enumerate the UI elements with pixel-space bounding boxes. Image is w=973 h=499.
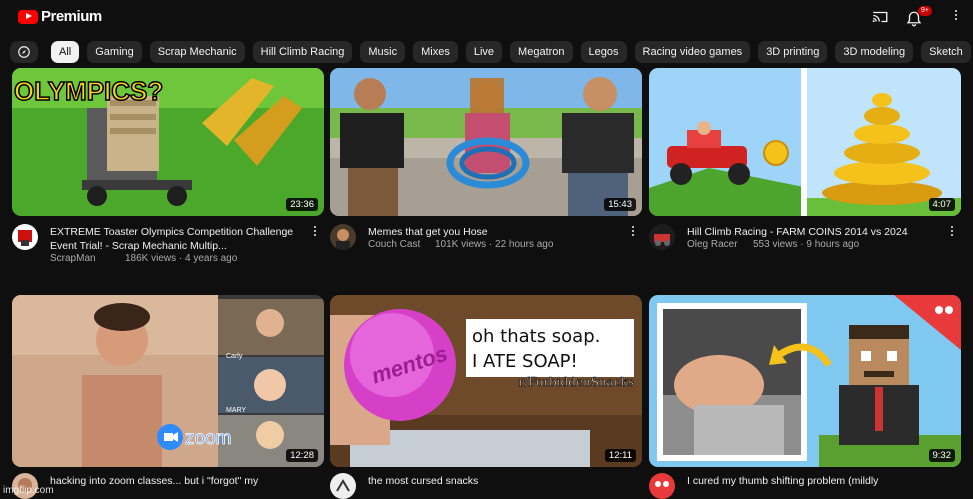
chip-hill-climb-racing[interactable]: Hill Climb Racing (252, 41, 353, 63)
video-duration: 9:32 (928, 449, 955, 462)
video-title[interactable]: hacking into zoom classes... but i "forg… (50, 474, 300, 488)
chip-music[interactable]: Music (360, 41, 406, 63)
filter-chip-bar: All Gaming Scrap Mechanic Hill Climb Rac… (0, 36, 973, 68)
compass-icon (18, 46, 30, 58)
video-stats: 553 views · 9 hours ago (753, 239, 860, 250)
caption-line-1: oh thats soap. (472, 326, 600, 347)
caption-line-2: I ATE SOAP! (472, 351, 578, 372)
youtube-logo[interactable]: Premium (18, 8, 102, 25)
video-thumbnail[interactable]: 9:32 (649, 295, 961, 467)
channel-avatar[interactable] (12, 224, 38, 250)
chip-legos[interactable]: Legos (580, 41, 627, 63)
chip-3d-modeling[interactable]: 3D modeling (835, 41, 914, 63)
video-thumbnail[interactable]: 15:43 (330, 68, 642, 216)
notifications-button[interactable]: 9+ (905, 6, 932, 29)
video-thumbnail[interactable]: OLYMPICS? 23:36 (12, 68, 324, 216)
video-stats: 186K views · 4 years ago (125, 253, 238, 264)
video-duration: 4:07 (928, 198, 955, 211)
channel-avatar[interactable] (330, 224, 356, 250)
chip-gaming[interactable]: Gaming (87, 41, 142, 63)
channel-avatar[interactable] (649, 224, 675, 250)
channel-avatar[interactable] (649, 473, 675, 499)
video-title[interactable]: I cured my thumb shifting problem (mildl… (687, 474, 937, 488)
watermark: imgflip.com (3, 485, 54, 496)
chip-sketch[interactable]: Sketch (921, 41, 971, 63)
channel-name[interactable]: Oleg Racer (687, 239, 738, 250)
cast-icon[interactable] (870, 8, 890, 26)
notification-badge: 9+ (918, 6, 932, 16)
chip-all[interactable]: All (51, 41, 80, 63)
video-duration: 12:11 (604, 449, 636, 462)
video-duration: 15:43 (604, 198, 636, 211)
youtube-play-icon (18, 9, 38, 24)
brand-label: Premium (41, 8, 102, 25)
video-title[interactable]: Hill Climb Racing - FARM COINS 2014 vs 2… (687, 225, 937, 239)
chip-scrap-mechanic[interactable]: Scrap Mechanic (149, 41, 245, 63)
video-thumbnail[interactable]: zoom Carly MARY 12:28 (12, 295, 324, 467)
video-duration: 23:36 (286, 198, 318, 211)
video-thumbnail[interactable]: mentos oh thats soap. I ATE SOAP! r/Forb… (330, 295, 642, 467)
channel-name[interactable]: Couch Cast (368, 239, 420, 250)
zoom-logo-text: zoom (185, 428, 231, 449)
video-options-icon[interactable] (312, 224, 318, 238)
channel-avatar[interactable] (330, 473, 356, 499)
more-menu-icon[interactable] (952, 8, 960, 26)
thumbnail-image (649, 68, 961, 216)
participant-label: Carly (226, 353, 243, 360)
explore-compass-icon[interactable] (10, 41, 38, 63)
chip-live[interactable]: Live (465, 41, 503, 63)
channel-name[interactable]: ScrapMan (50, 253, 96, 264)
thumbnail-image: OLYMPICS? (12, 68, 324, 216)
video-options-icon[interactable] (949, 224, 955, 238)
thumbnail-image: mentos oh thats soap. I ATE SOAP! r/Forb… (330, 295, 642, 467)
chip-3d-printing[interactable]: 3D printing (758, 41, 828, 63)
video-thumbnail[interactable]: 4:07 (649, 68, 961, 216)
video-title[interactable]: Memes that get you Hose (368, 225, 618, 239)
thumbnail-text: OLYMPICS? (14, 76, 163, 106)
chip-mixes[interactable]: Mixes (413, 41, 458, 63)
top-bar: Premium 9+ (0, 0, 973, 36)
thumbnail-image: zoom Carly MARY (12, 295, 324, 467)
participant-label: MARY (226, 407, 246, 414)
chip-megatron[interactable]: Megatron (510, 41, 573, 63)
thumbnail-image (330, 68, 642, 216)
video-duration: 12:28 (286, 449, 318, 462)
video-title[interactable]: EXTREME Toaster Olympics Competition Cha… (50, 225, 300, 253)
thumbnail-image (649, 295, 961, 467)
video-stats: 101K views · 22 hours ago (435, 239, 554, 250)
video-options-icon[interactable] (630, 224, 636, 238)
chip-racing-video-games[interactable]: Racing video games (634, 41, 751, 63)
video-title[interactable]: the most cursed snacks (368, 474, 618, 488)
caption-source: r/ForbiddenSnacks (519, 375, 634, 389)
